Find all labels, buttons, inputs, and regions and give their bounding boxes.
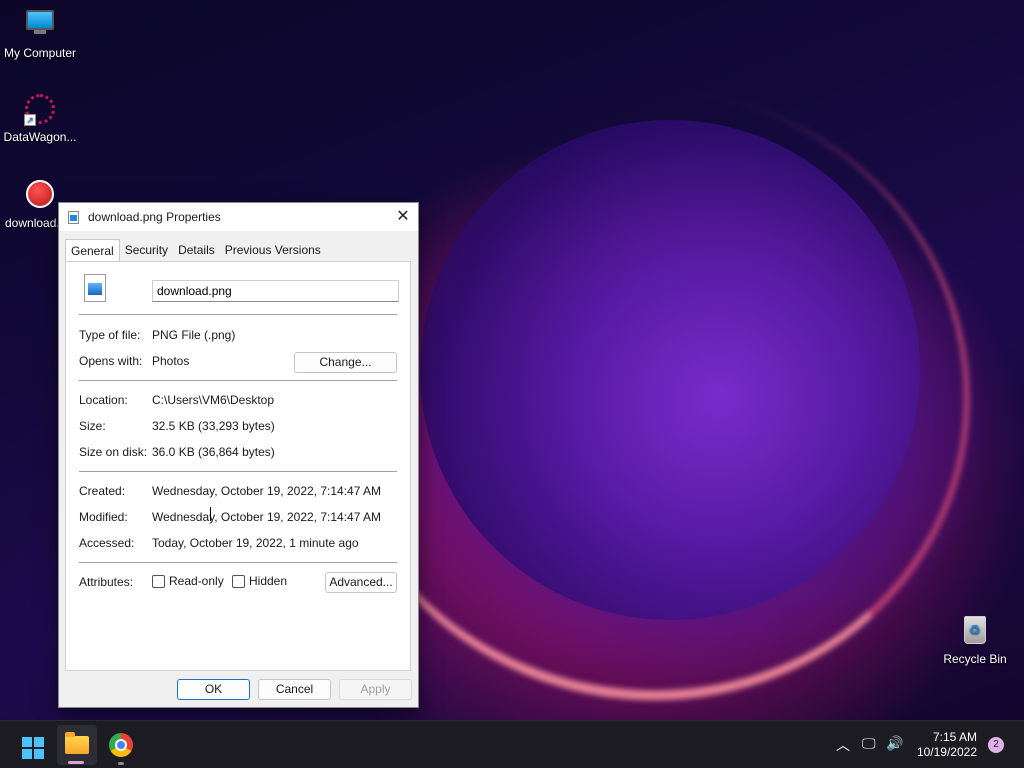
desktop-icon-label: Recycle Bin bbox=[943, 652, 1007, 666]
location-label: Location: bbox=[79, 393, 128, 407]
tab-general[interactable]: General bbox=[65, 239, 120, 262]
divider bbox=[79, 471, 397, 472]
size-on-disk-label: Size on disk: bbox=[79, 445, 148, 459]
advanced-button[interactable]: Advanced... bbox=[325, 572, 397, 593]
image-file-icon bbox=[84, 274, 106, 302]
notification-badge[interactable]: 2 bbox=[988, 737, 1004, 753]
desktop-icon-my-computer[interactable]: My Computer bbox=[0, 8, 80, 60]
taskbar: ︿ 🖵 🔊 7:15 AM 10/19/2022 2 bbox=[0, 720, 1024, 768]
volume-icon[interactable]: 🔊 bbox=[886, 735, 903, 752]
attributes-label: Attributes: bbox=[79, 575, 134, 589]
text-cursor-icon bbox=[210, 507, 212, 521]
created-label: Created: bbox=[79, 484, 126, 498]
tab-security[interactable]: Security bbox=[120, 239, 173, 261]
desktop-icon-label: DataWagon... bbox=[3, 130, 77, 144]
size-on-disk-value: 36.0 KB (36,864 bytes) bbox=[152, 445, 275, 459]
modified-value: Wednesday, October 19, 2022, 7:14:47 AM bbox=[152, 510, 382, 524]
hand-icon bbox=[24, 180, 56, 212]
clock[interactable]: 7:15 AM 10/19/2022 bbox=[917, 730, 977, 760]
general-panel: Type of file: PNG File (.png) Opens with… bbox=[65, 261, 411, 671]
dialog-title: download.png Properties bbox=[88, 210, 221, 224]
clock-time: 7:15 AM bbox=[932, 730, 977, 744]
hidden-label: Hidden bbox=[249, 574, 288, 588]
cancel-button[interactable]: Cancel bbox=[258, 679, 331, 700]
network-icon[interactable]: 🖵 bbox=[862, 735, 876, 752]
tab-details[interactable]: Details bbox=[173, 239, 220, 261]
location-value: C:\Users\VM6\Desktop bbox=[152, 393, 275, 407]
readonly-label: Read-only bbox=[169, 574, 224, 588]
computer-icon bbox=[24, 10, 56, 42]
apply-button[interactable]: Apply bbox=[339, 679, 412, 700]
properties-dialog: download.png Properties ✕ General Securi… bbox=[58, 202, 419, 708]
desktop-icon-label: download.png bbox=[5, 216, 63, 230]
checkbox-box[interactable] bbox=[232, 574, 245, 588]
close-icon: ✕ bbox=[396, 208, 410, 225]
divider bbox=[79, 314, 397, 315]
readonly-checkbox[interactable]: Read-only bbox=[152, 574, 224, 588]
divider bbox=[79, 562, 397, 563]
size-label: Size: bbox=[79, 419, 106, 433]
desktop-icon-recycle-bin[interactable]: Recycle Bin bbox=[935, 616, 1015, 666]
accessed-value: Today, October 19, 2022, 1 minute ago bbox=[152, 536, 359, 550]
created-value: Wednesday, October 19, 2022, 7:14:47 AM bbox=[152, 484, 382, 498]
chrome-icon[interactable] bbox=[109, 733, 133, 757]
filename-input[interactable] bbox=[152, 280, 399, 302]
modified-label: Modified: bbox=[79, 510, 128, 524]
type-label: Type of file: bbox=[79, 328, 141, 342]
clock-date: 10/19/2022 bbox=[916, 745, 977, 759]
change-button[interactable]: Change... bbox=[294, 352, 397, 373]
opens-with-value: Photos bbox=[152, 354, 190, 368]
start-button[interactable] bbox=[22, 737, 44, 759]
active-indicator bbox=[68, 761, 84, 764]
desktop-icon-datawagon[interactable]: ↗ DataWagon... bbox=[0, 94, 80, 144]
tab-previous-versions[interactable]: Previous Versions bbox=[220, 239, 326, 261]
image-file-icon bbox=[68, 211, 79, 224]
divider bbox=[79, 380, 397, 381]
chevron-up-icon[interactable]: ︿ bbox=[836, 735, 850, 755]
hidden-checkbox[interactable]: Hidden bbox=[232, 574, 287, 588]
close-button[interactable]: ✕ bbox=[388, 203, 418, 231]
shortcut-arrow-icon: ↗ bbox=[24, 114, 36, 126]
opens-with-label: Opens with: bbox=[79, 354, 143, 368]
checkbox-box[interactable] bbox=[152, 574, 165, 588]
folder-icon bbox=[65, 732, 89, 754]
running-indicator bbox=[118, 762, 124, 765]
type-value: PNG File (.png) bbox=[152, 328, 236, 342]
dialog-titlebar[interactable]: download.png Properties ✕ bbox=[59, 203, 418, 231]
size-value: 32.5 KB (33,293 bytes) bbox=[152, 419, 275, 433]
desktop-icon-label: My Computer bbox=[3, 46, 77, 60]
recycle-bin-icon bbox=[959, 616, 991, 648]
accessed-label: Accessed: bbox=[79, 536, 135, 550]
ok-button[interactable]: OK bbox=[177, 679, 250, 700]
tab-bar: General Security Details Previous Versio… bbox=[65, 239, 326, 262]
datawagon-icon: ↗ bbox=[24, 94, 56, 126]
